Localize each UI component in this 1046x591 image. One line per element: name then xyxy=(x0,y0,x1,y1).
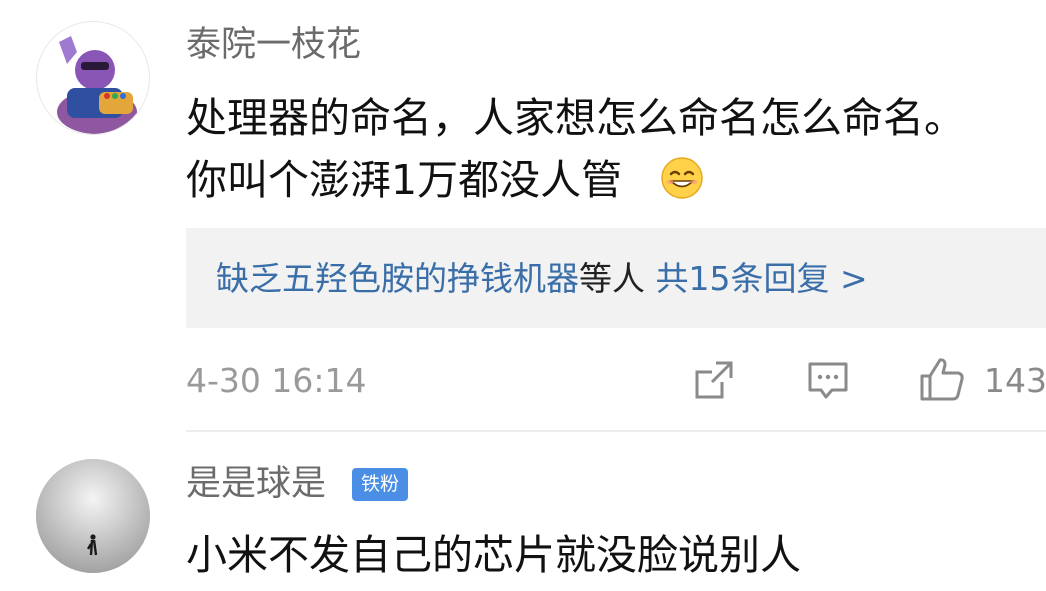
comment-username[interactable]: 泰院一枝花 xyxy=(186,28,361,63)
comment-divider xyxy=(186,430,1046,432)
comment-text-line-2: 你叫个澎湃1万都没人管 xyxy=(186,160,622,201)
avatar[interactable] xyxy=(36,459,150,573)
chevron-right-icon[interactable]: > xyxy=(840,259,868,298)
reply-user-names[interactable]: 缺乏五羟色胺的挣钱机器 xyxy=(216,259,579,298)
comment-icon[interactable] xyxy=(806,358,850,402)
avatar-illustration xyxy=(57,36,137,134)
avatar-illustration xyxy=(36,459,150,573)
like-icon[interactable] xyxy=(918,355,966,403)
reply-summary[interactable]: 缺乏五羟色胺的挣钱机器等人 共15条回复 > xyxy=(186,228,1046,328)
reply-summary-text: 缺乏五羟色胺的挣钱机器等人 共15条回复 > xyxy=(216,262,868,295)
like-count: 143 xyxy=(984,361,1046,400)
comment-text-line-1: 小米不发自己的芯片就没脸说别人 xyxy=(186,531,801,579)
forward-icon[interactable] xyxy=(692,358,736,402)
comment-text-line-2-text: 你叫个澎湃1万都没人管 xyxy=(186,156,623,204)
comment-username[interactable]: 是是球是 xyxy=(186,467,326,502)
avatar[interactable] xyxy=(36,21,150,135)
fan-badge: 铁粉 xyxy=(352,468,408,501)
reply-count[interactable]: 共15条回复 xyxy=(656,259,830,298)
comment-text-line-1: 处理器的命名，人家想怎么命名怎么命名。 xyxy=(186,94,965,142)
reply-connector: 等人 xyxy=(579,259,645,298)
grin-emoji xyxy=(660,156,704,200)
comment-timestamp: 4-30 16:14 xyxy=(186,361,367,400)
